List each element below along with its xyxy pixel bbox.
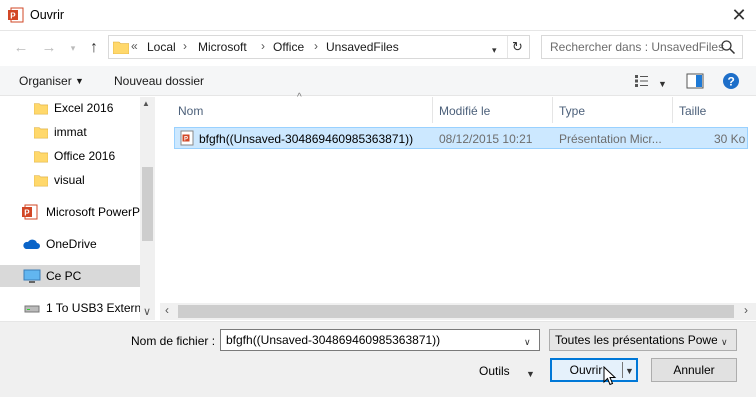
svg-text:?: ? xyxy=(728,75,735,89)
nav-item-usb-drive[interactable]: 1 To USB3 Externe xyxy=(0,297,140,319)
window-title: Ouvrir xyxy=(30,8,65,22)
filename-label: Nom de fichier : xyxy=(131,334,216,348)
file-name: bfgfh((Unsaved-304869460985363871)) xyxy=(199,132,414,146)
scroll-left-icon[interactable]: ‹ xyxy=(165,303,169,317)
address-dropdown-icon[interactable]: ▾ xyxy=(492,42,497,56)
breadcrumb-separator-icon[interactable]: › xyxy=(314,39,318,53)
refresh-icon[interactable]: ↻ xyxy=(512,39,523,55)
file-type: Présentation Micr... xyxy=(559,132,662,146)
nav-item-visual[interactable]: visual xyxy=(0,169,140,191)
address-divider xyxy=(507,36,508,58)
organize-chevron-icon[interactable]: ▼ xyxy=(75,76,84,86)
breadcrumb-office[interactable]: Office xyxy=(273,40,304,54)
filename-input[interactable]: bfgfh((Unsaved-304869460985363871)) ∨ xyxy=(220,329,540,351)
column-header-modified[interactable]: Modifié le xyxy=(439,104,490,118)
file-modified: 08/12/2015 10:21 xyxy=(439,132,533,146)
column-divider[interactable] xyxy=(672,97,673,123)
breadcrumb-separator-icon[interactable]: › xyxy=(183,39,187,53)
column-header-type[interactable]: Type xyxy=(559,104,585,118)
navigation-pane: Excel 2016 immat Office 2016 visual P Mi… xyxy=(0,97,155,320)
tools-menu[interactable]: Outils xyxy=(479,364,510,378)
tools-chevron-icon[interactable]: ▼ xyxy=(526,366,535,380)
svg-text:P: P xyxy=(24,208,30,217)
computer-icon xyxy=(23,269,41,283)
file-size: 30 Ko xyxy=(714,132,746,146)
address-overflow-icon[interactable]: « xyxy=(131,39,138,53)
search-icon[interactable] xyxy=(720,39,736,55)
nav-item-label: Ce PC xyxy=(46,269,82,283)
nav-item-label: Office 2016 xyxy=(54,149,116,163)
filename-dropdown-icon[interactable]: ∨ xyxy=(524,334,531,348)
svg-text:P: P xyxy=(10,11,16,20)
nav-item-label: 1 To USB3 Externe xyxy=(46,301,140,315)
folder-icon xyxy=(34,175,48,187)
search-placeholder: Rechercher dans : UnsavedFiles xyxy=(550,40,725,54)
column-header-name[interactable]: Nom xyxy=(178,104,203,118)
new-folder-button[interactable]: Nouveau dossier xyxy=(114,74,204,88)
file-type-filter[interactable]: Toutes les présentations PowerPoint ∨ xyxy=(549,329,737,351)
mouse-cursor-icon xyxy=(603,366,617,386)
powerpoint-file-icon: P xyxy=(180,130,194,146)
title-bar xyxy=(0,0,756,31)
search-box[interactable]: Rechercher dans : UnsavedFiles xyxy=(541,35,743,59)
powerpoint-icon: P xyxy=(22,204,38,220)
view-dropdown-icon[interactable]: ▼ xyxy=(658,76,667,90)
nav-item-this-pc[interactable]: Ce PC xyxy=(0,265,140,287)
onedrive-cloud-icon xyxy=(23,239,40,249)
column-header-size[interactable]: Taille xyxy=(679,104,706,118)
drive-icon xyxy=(24,305,40,313)
folder-icon xyxy=(34,103,48,115)
open-dropdown-icon[interactable]: ▼ xyxy=(625,360,634,381)
column-divider[interactable] xyxy=(432,97,433,123)
nav-item-microsoft-powerpoint[interactable]: P Microsoft PowerP xyxy=(0,201,140,223)
split-divider xyxy=(622,362,623,378)
filter-dropdown-icon[interactable]: ∨ xyxy=(721,334,728,348)
open-button[interactable]: Ouvrir ▼ xyxy=(550,358,638,382)
organize-menu[interactable]: Organiser xyxy=(19,74,72,88)
preview-pane-icon[interactable] xyxy=(686,73,704,89)
sort-ascending-icon: ^ xyxy=(297,92,302,103)
help-icon[interactable]: ? xyxy=(722,72,740,90)
scroll-down-icon[interactable]: ∨ xyxy=(143,305,151,318)
nav-pane-scrollbar[interactable]: ▲ ∨ xyxy=(140,97,155,320)
cancel-button[interactable]: Annuler xyxy=(651,358,737,382)
nav-pane-scroll-thumb[interactable] xyxy=(142,167,153,241)
breadcrumb-local[interactable]: Local xyxy=(147,40,176,54)
nav-item-onedrive[interactable]: OneDrive xyxy=(0,233,140,255)
file-type-filter-value: Toutes les présentations PowerPoint xyxy=(555,333,717,347)
filename-value: bfgfh((Unsaved-304869460985363871)) xyxy=(226,333,441,347)
forward-arrow-icon[interactable]: → xyxy=(40,39,58,57)
column-divider[interactable] xyxy=(552,97,553,123)
close-icon[interactable]: ✕ xyxy=(726,2,752,28)
nav-item-office-2016[interactable]: Office 2016 xyxy=(0,145,140,167)
folder-icon xyxy=(34,127,48,139)
back-arrow-icon[interactable]: ← xyxy=(12,39,30,57)
nav-item-label: Microsoft PowerP xyxy=(46,205,140,219)
scroll-right-icon[interactable]: › xyxy=(744,303,748,317)
view-options-icon[interactable] xyxy=(634,74,652,88)
folder-icon xyxy=(34,151,48,163)
breadcrumb-unsavedfiles[interactable]: UnsavedFiles xyxy=(326,40,399,54)
scroll-up-icon[interactable]: ▲ xyxy=(142,99,150,108)
breadcrumb-separator-icon[interactable]: › xyxy=(261,39,265,53)
powerpoint-app-icon: P xyxy=(8,7,24,23)
file-list-scrollbar[interactable]: ‹ › xyxy=(160,303,756,320)
file-list-scroll-thumb[interactable] xyxy=(178,305,734,318)
address-bar[interactable]: « Local › Microsoft › Office › UnsavedFi… xyxy=(108,35,530,59)
svg-text:P: P xyxy=(184,137,188,143)
nav-item-label: OneDrive xyxy=(46,237,97,251)
nav-item-label: immat xyxy=(54,125,87,139)
up-arrow-icon[interactable]: ↑ xyxy=(85,39,103,57)
nav-item-label: visual xyxy=(54,173,85,187)
folder-icon xyxy=(113,41,129,54)
nav-item-immat[interactable]: immat xyxy=(0,121,140,143)
nav-item-label: Excel 2016 xyxy=(54,101,114,115)
recent-locations-chevron-icon[interactable]: ▾ xyxy=(64,39,82,57)
breadcrumb-microsoft[interactable]: Microsoft xyxy=(198,40,247,54)
nav-item-excel-2016[interactable]: Excel 2016 xyxy=(0,97,140,119)
